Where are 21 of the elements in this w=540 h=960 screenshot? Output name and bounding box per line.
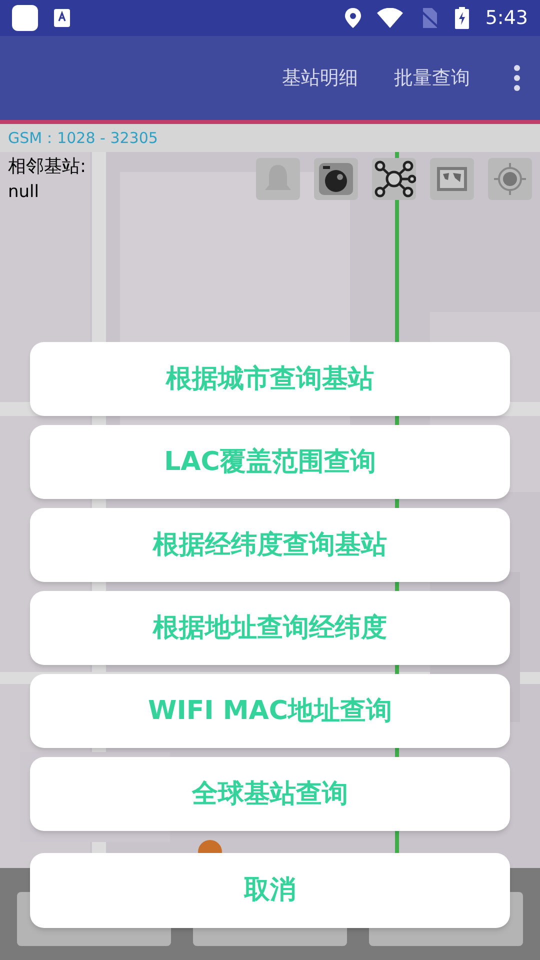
status-time: 5:43 (485, 6, 528, 31)
cancel-menu[interactable]: 取消 (30, 853, 510, 928)
action-sheet-option[interactable]: 根据城市查询基站 (30, 342, 510, 416)
wifi-icon (377, 8, 404, 28)
action-sheet-option[interactable]: 根据地址查询经纬度 (30, 591, 510, 665)
toolbar-action[interactable]: 基站明细 (282, 64, 358, 92)
action-sheet-option[interactable]: WIFI MAC地址查询 (30, 674, 510, 748)
neighbor-value: null (8, 181, 40, 204)
action-sheet-option[interactable]: 根据经纬度查询基站 (30, 508, 510, 582)
network-icon[interactable] (372, 158, 416, 200)
location-icon (345, 8, 362, 28)
gsm-info: GSM：1028 - 32305 (8, 128, 158, 149)
toolbar-action[interactable]: 批量查询 (394, 64, 470, 92)
world-map-icon[interactable] (430, 158, 474, 200)
app-icon (12, 5, 38, 31)
keyboard-icon (54, 9, 70, 27)
camera-icon[interactable] (314, 158, 358, 200)
action-sheet-option[interactable]: 全球基站查询 (30, 757, 510, 831)
neighbor-label: 相邻基站: (8, 155, 86, 179)
action-sheet-option[interactable]: LAC覆盖范围查询 (30, 425, 510, 499)
battery-icon (455, 7, 470, 29)
